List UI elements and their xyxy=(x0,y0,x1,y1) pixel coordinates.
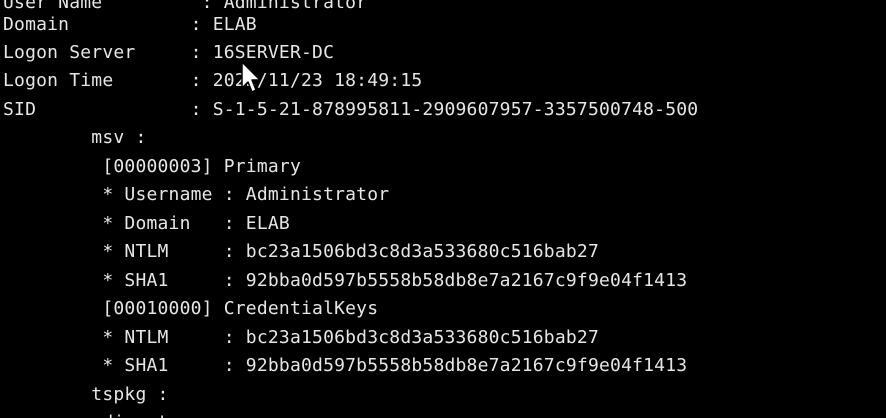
terminal-line-ntlm: * NTLM : bc23a1506bd3c8d3a533680c516bab2… xyxy=(3,241,599,262)
terminal-line-domain: Domain : ELAB xyxy=(3,14,257,35)
mouse-pointer-icon xyxy=(241,61,261,93)
terminal-line-sid: SID : S-1-5-21-878995811-2909607957-3357… xyxy=(3,99,699,120)
terminal-line-msv: msv : xyxy=(3,127,147,148)
terminal-line-tspkg: tspkg : xyxy=(3,384,169,405)
terminal-line-sha1-credkeys: * SHA1 : 92bba0d597b5558b58db8e7a2167c9f… xyxy=(3,355,688,376)
terminal-line-credential-keys: [00010000] CredentialKeys xyxy=(3,298,379,319)
terminal-line-primary: [00000003] Primary xyxy=(3,156,301,177)
terminal-line-logon-server: Logon Server : 16SERVER-DC xyxy=(3,42,335,63)
terminal-line-sha1: * SHA1 : 92bba0d597b5558b58db8e7a2167c9f… xyxy=(3,270,688,291)
terminal-line-domain-entry: * Domain : ELAB xyxy=(3,213,290,234)
terminal-line-username: * Username : Administrator xyxy=(3,184,390,205)
terminal-line-ntlm-credkeys: * NTLM : bc23a1506bd3c8d3a533680c516bab2… xyxy=(3,327,599,348)
terminal-window[interactable]: User Name : Administrator Domain : ELAB … xyxy=(0,0,886,418)
terminal-line-logon-time: Logon Time : 2022/11/23 18:49:15 xyxy=(3,70,423,91)
terminal-line-wdigest: wdigest : xyxy=(3,409,191,418)
